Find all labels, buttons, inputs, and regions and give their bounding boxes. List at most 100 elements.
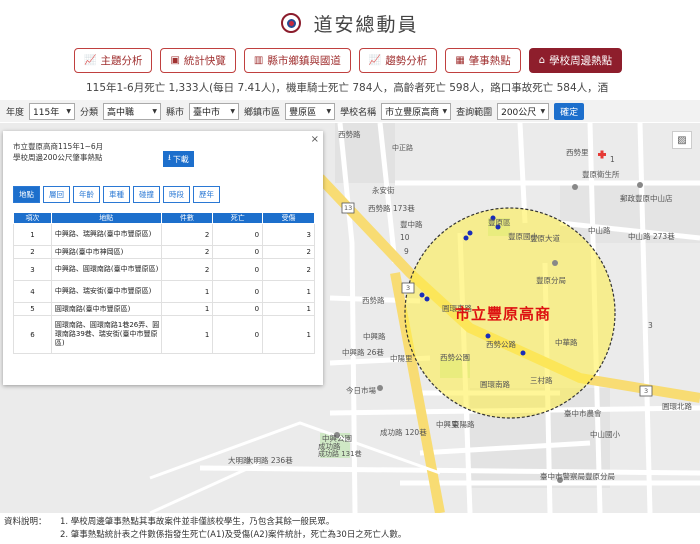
map-label: 9 [404,247,409,256]
caret-down-icon: ▼ [230,107,236,115]
range-label: 查詢範圍 [456,107,493,118]
nav-trend-analysis[interactable]: 📈 趨勢分析 [358,48,438,73]
map-label: 西勢公路 [486,340,516,349]
map-label: 中山國小 [590,430,620,439]
nav-school-hotspot[interactable]: ⌂ 學校周邊熱點 [528,48,623,73]
notes-label: 資料說明： [4,517,47,527]
map-label: 1 [610,155,615,164]
bar-chart-icon: ▥ [253,55,264,66]
map-label: 郵政豐原中山店 [620,194,673,203]
table-row: 5 圓環南路(臺中市豐原區) 1 0 1 [13,302,315,316]
nav-stats-overview[interactable]: ▣ 統計快覽 [160,48,236,73]
school-icon: ⌂ [538,55,546,66]
map-label: 3 [648,321,653,330]
map-label: 中山路 [588,226,611,235]
map-label: 豐原分局 [536,276,566,285]
map-label: 中興里 [436,420,459,429]
stats-ticker: 115年1-6月死亡 1,333人(每日 7.41人)，機車騎士死亡 784人，… [86,82,609,94]
download-button[interactable]: ⭳ 下載 [163,151,194,167]
nav-theme-analysis[interactable]: 📈 主題分析 [74,48,153,73]
filter-bar: 年度 115年 ▼ 分類 高中職 ▼ 縣市 臺中市 ▼ 鄉鎮市區 豐原區 ▼ 學校名稱 … [0,100,700,122]
col-header: 件數 [160,212,214,224]
city-select[interactable]: 臺中市 ▼ [189,102,240,120]
map-label: 西勢公園 [440,353,470,362]
map-label: 中山路 273巷 [628,232,675,241]
district-select[interactable]: 豐原區 ▼ [285,102,336,120]
map-label: 西勢路 173巷 [368,204,415,213]
site-header: 道安總動員 [0,0,700,46]
map-label: 今日市場 [346,386,376,395]
tab-vehicle[interactable]: 車種 [103,186,130,203]
map-label: 10 [400,233,410,242]
image-icon: ▨ [677,134,687,146]
map-label: 中陽里 [390,354,413,363]
map-label: 圓環南路 [480,380,510,389]
map-label: 大明路 236巷 [246,456,293,465]
site-title: 道安總動員 [313,13,419,36]
route-shield-label: 13 [344,204,353,212]
tab-collision[interactable]: 碰撞 [133,186,160,203]
map-label: 中興路 [363,332,386,341]
map-label: 中華路 [555,338,578,347]
caret-down-icon: ▼ [442,107,448,115]
col-header: 項次 [13,212,52,224]
map-label: 成功路 131巷 [318,450,362,458]
map-label: 西勢路 [338,130,361,139]
city-label: 縣市 [166,107,185,118]
school-select[interactable]: 市立豐原高商 ▼ [381,102,452,120]
map-label: 臺中市警察局豐原分局 [540,472,615,481]
note-item: 2. 肇事熱點統計表之件數係指發生死亡(A1)及受傷(A2)案件統計，死亡為30… [60,530,407,540]
table-row: 6 圓環南路、圓環南路1巷26弄、圓環南路39巷、瑞安街(臺中市豐原區) 1 0… [13,315,315,354]
hotspot-table: 項次 地點 件數 死亡 受傷 1 中興路、瑞興路(臺中市豐原區) 2 0 3 2… [13,212,315,354]
map-label: 西勢里 [566,148,589,157]
map-label: 中興路 26巷 [342,348,384,357]
table-row: 2 中興路(臺中市神岡區) 2 0 2 [13,245,315,259]
panel-tabs: 地點 層回 年齡 車種 碰撞 時段 歷年 [13,186,220,203]
map-label: 臺中市農會 [564,409,602,418]
line-chart-icon: 📈 [84,55,97,66]
tab-location[interactable]: 地點 [13,186,40,203]
map-pin-icon: ▦ [455,55,465,66]
nav-accident-hotspot[interactable]: ▦ 肇事熱點 [445,48,521,73]
year-label: 年度 [6,107,25,118]
caret-down-icon: ▼ [66,107,72,115]
download-icon: ⭳ [168,153,171,162]
school-map-label: 市立豐原高商 [455,305,552,323]
confirm-button[interactable]: 確定 [554,102,585,120]
tab-history[interactable]: 歷年 [193,186,220,203]
main-nav: 📈 主題分析 ▣ 統計快覽 ▥ 縣市鄉鎮與國道 📈 趨勢分析 ▦ 肇事熱點 ⌂ 學校周邊熱點 [74,48,623,74]
map-label: 中興公園 [322,434,352,443]
school-label: 學校名稱 [340,107,377,118]
map-label: 西勢路 [362,296,385,305]
tab-time[interactable]: 時段 [163,186,190,203]
route-shield-label: 3 [644,387,649,395]
logo-icon[interactable] [281,13,302,33]
range-select[interactable]: 200公尺 ▼ [497,102,550,120]
close-icon[interactable]: × [311,134,319,145]
map-label: 圓環北路 [662,402,692,411]
map-label: 豐中路 [400,220,423,229]
col-header: 受傷 [262,212,315,224]
table-row: 3 中興路、圓環南路(臺中市豐原區) 2 0 2 [13,258,315,281]
panel-heading: 市立豐原高商115年1~6月 學校周邊200公尺肇事熱點 [13,142,104,162]
nav-county-town[interactable]: ▥ 縣市鄉鎮與國道 [243,48,351,73]
tab-level[interactable]: 層回 [43,186,70,203]
line-chart-icon: 📈 [368,55,382,66]
col-header: 死亡 [212,212,264,224]
route-shield-label: 3 [406,284,411,292]
class-label: 分類 [80,107,99,118]
district-label: 鄉鎮市區 [244,107,281,118]
caret-down-icon: ▼ [540,107,546,115]
map-label: 豐原衛生所 [582,170,620,179]
map-label: 豐原大道 [530,234,560,243]
tab-age[interactable]: 年齡 [73,186,100,203]
map-label: 三村路 [530,376,553,385]
class-select[interactable]: 高中職 ▼ [103,102,162,120]
gauge-icon: ▣ [170,55,180,66]
layer-toggle-button[interactable]: ▨ [672,131,692,149]
table-row: 1 中興路、瑞興路(臺中市豐原區) 2 0 3 [13,223,315,246]
caret-down-icon: ▼ [326,107,332,115]
year-select[interactable]: 115年 ▼ [29,102,76,120]
hotspot-panel: × 市立豐原高商115年1~6月 學校周邊200公尺肇事熱點 ⭳ 下載 地點 層回… [3,131,323,385]
map-label: 中正路 [392,144,413,152]
